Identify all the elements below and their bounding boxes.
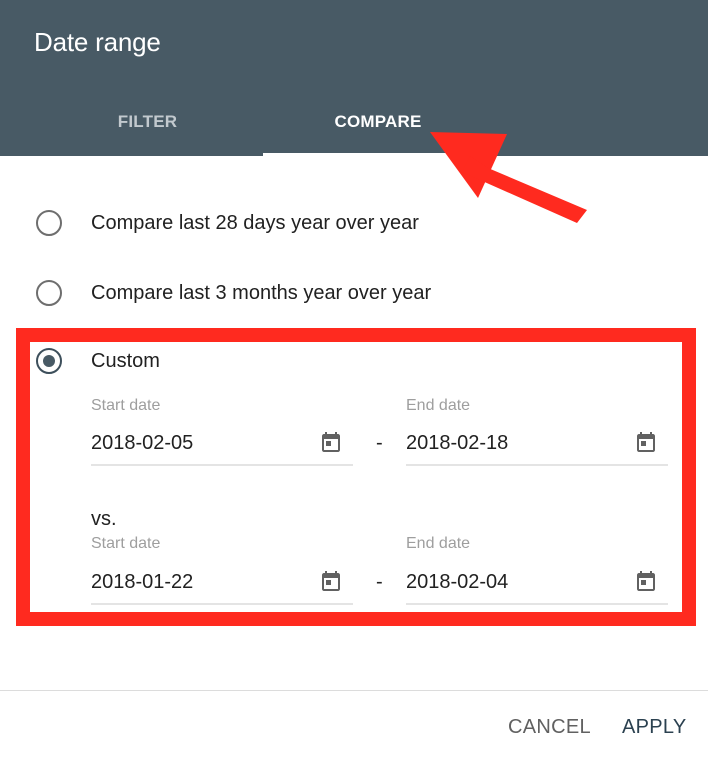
option-label: Compare last 28 days year over year xyxy=(91,211,419,234)
option-3-months[interactable]: Compare last 3 months year over year xyxy=(36,280,431,306)
radio-button[interactable] xyxy=(36,280,62,306)
radio-button[interactable] xyxy=(36,210,62,236)
dialog-header: Date range FILTER COMPARE xyxy=(0,0,708,156)
option-label: Compare last 3 months year over year xyxy=(91,281,432,304)
dialog-title: Date range xyxy=(34,27,161,57)
arrow-shaft xyxy=(462,156,587,223)
highlight-box-annotation xyxy=(16,328,696,626)
footer-divider xyxy=(0,690,708,691)
tab-compare[interactable]: COMPARE xyxy=(263,112,493,132)
cancel-button[interactable]: CANCEL xyxy=(508,716,591,739)
option-28-days[interactable]: Compare last 28 days year over year xyxy=(36,210,419,236)
apply-button[interactable]: APPLY xyxy=(622,716,687,739)
active-tab-indicator xyxy=(263,153,493,156)
tab-filter[interactable]: FILTER xyxy=(0,112,263,132)
